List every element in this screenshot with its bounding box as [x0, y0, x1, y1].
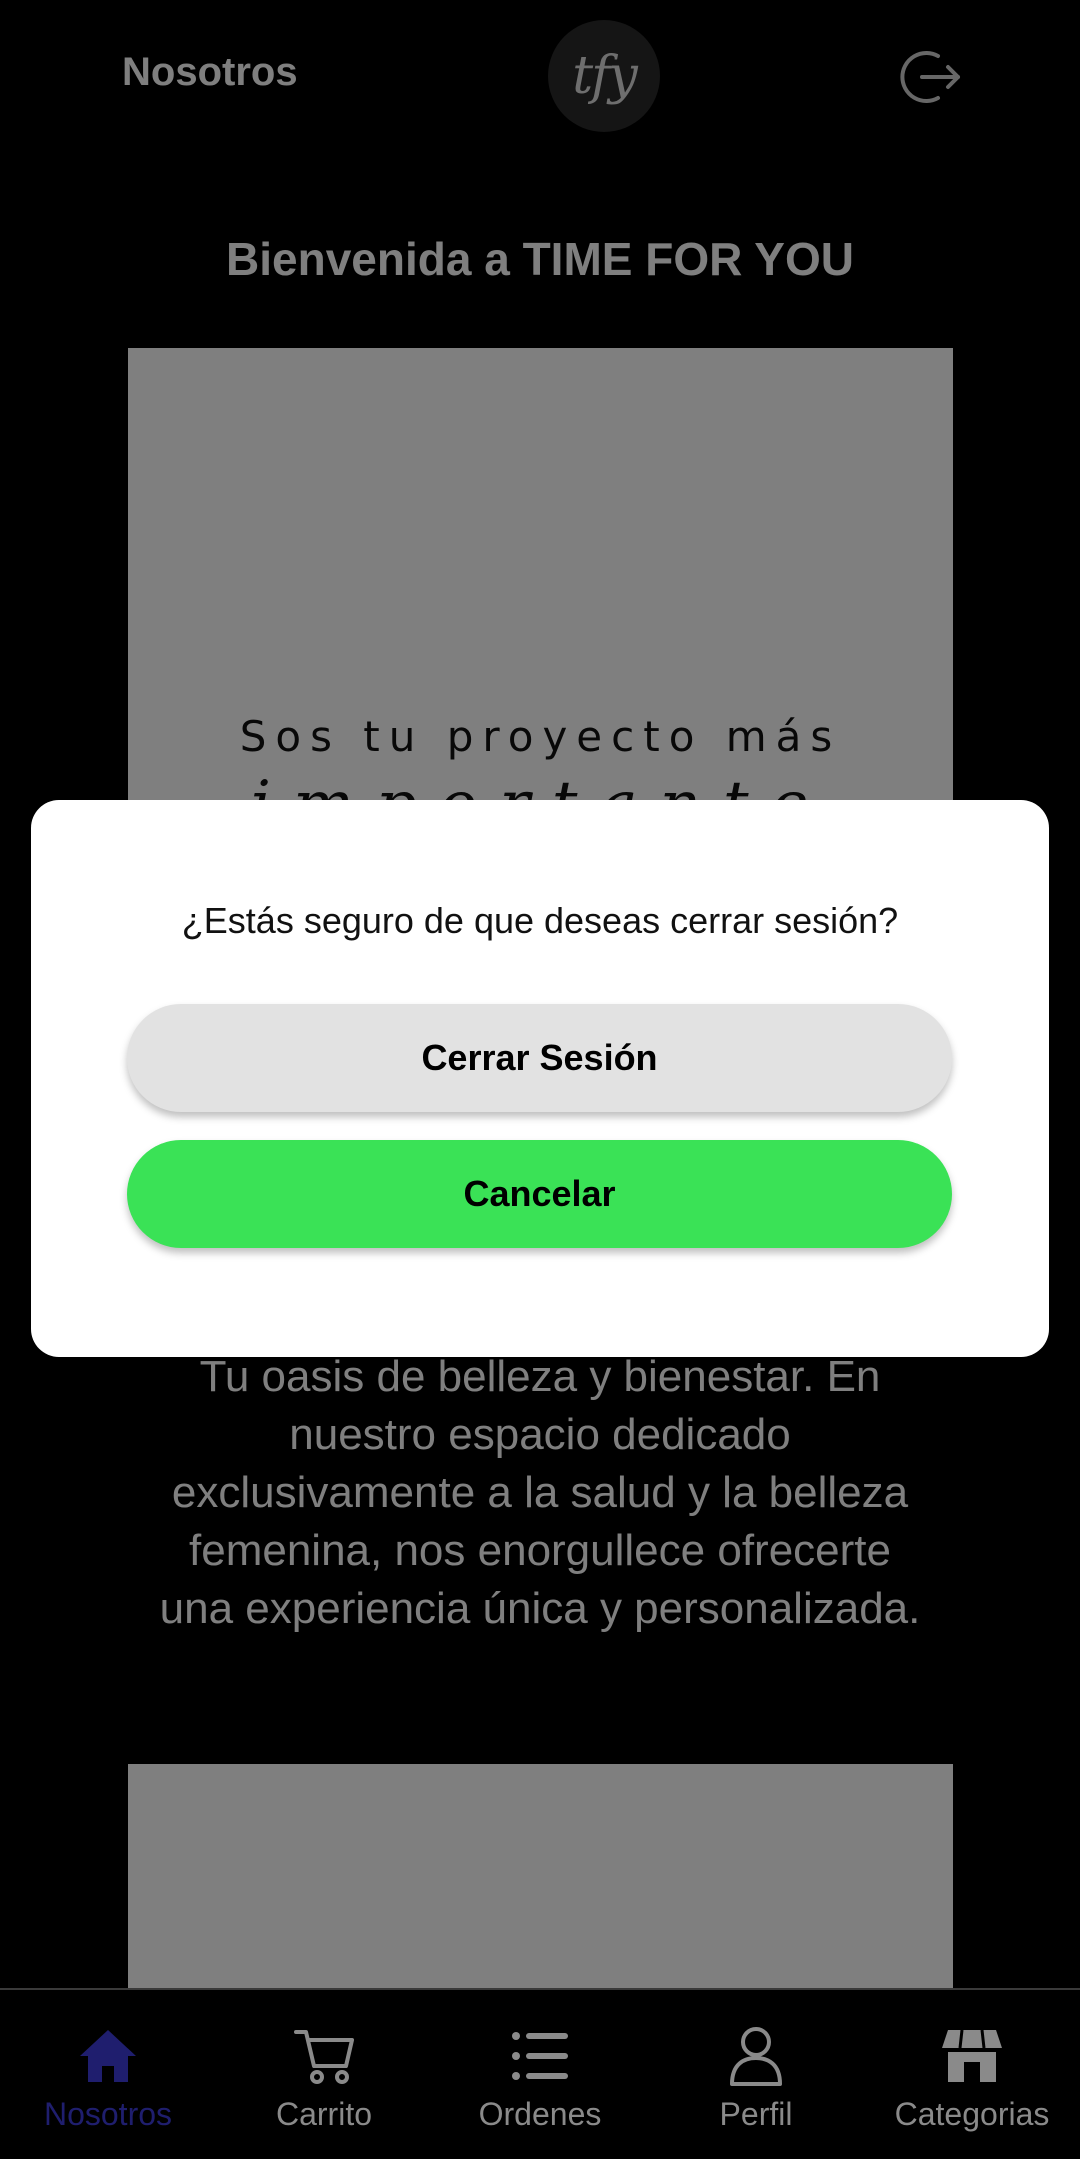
nav-item-categorias[interactable]: Categorias — [864, 1990, 1080, 2159]
nav-label: Nosotros — [43, 2096, 173, 2132]
store-icon — [942, 2029, 1002, 2082]
logout-confirm-dialog: ¿Estás seguro de que deseas cerrar sesió… — [31, 800, 1049, 1357]
confirm-logout-button[interactable]: Cerrar Sesión — [127, 1004, 952, 1112]
cart-icon — [294, 2030, 354, 2084]
nav-item-ordenes[interactable]: Ordenes — [432, 1990, 648, 2159]
nav-label: Ordenes — [478, 2096, 602, 2132]
nav-item-perfil[interactable]: Perfil — [648, 1990, 864, 2159]
nav-label: Perfil — [719, 2096, 793, 2132]
cancel-button[interactable]: Cancelar — [127, 1140, 952, 1248]
dialog-message: ¿Estás seguro de que deseas cerrar sesió… — [181, 900, 899, 941]
nav-label: Carrito — [275, 2096, 372, 2132]
list-icon — [512, 2032, 568, 2080]
user-icon — [730, 2027, 782, 2086]
nav-item-nosotros[interactable]: Nosotros — [0, 1990, 216, 2159]
nav-item-carrito[interactable]: Carrito — [216, 1990, 432, 2159]
bottom-navigation: Nosotros Carrito Ordenes Perfil Categori… — [0, 1988, 1080, 2159]
home-icon — [80, 2030, 136, 2082]
nav-label: Categorias — [894, 2096, 1050, 2132]
